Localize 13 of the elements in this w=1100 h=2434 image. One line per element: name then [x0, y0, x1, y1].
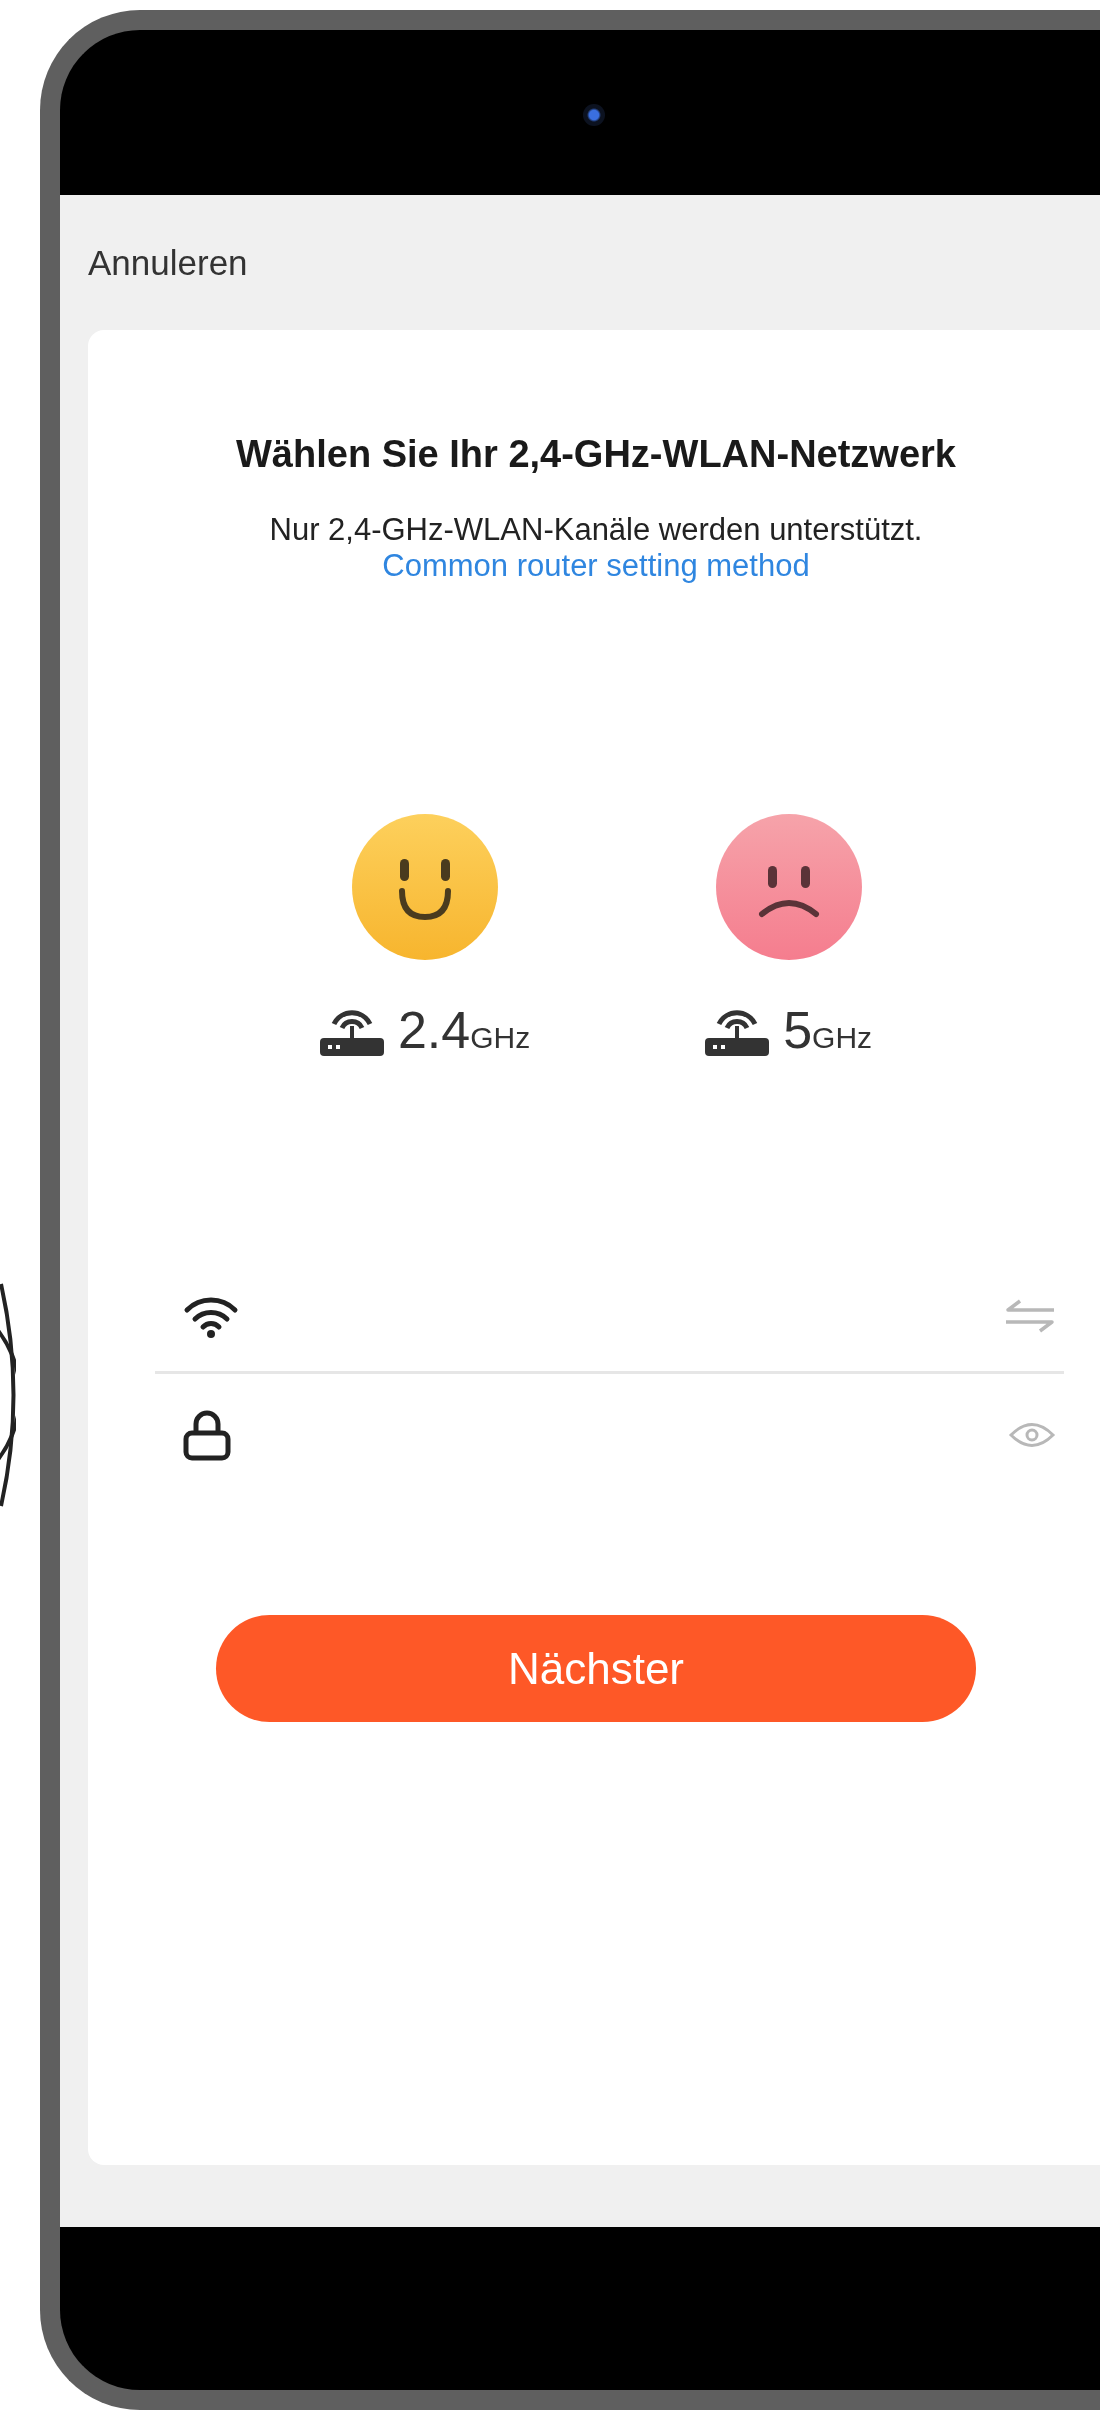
band-label: 5GHz [783, 1004, 873, 1056]
swap-icon[interactable] [1004, 1298, 1056, 1334]
cancel-link[interactable]: Annuleren [88, 242, 248, 283]
subtitle-text: Nur 2,4-GHz-WLAN-Kanäle werden unterstützt. [268, 512, 924, 548]
eye-icon[interactable] [1008, 1420, 1056, 1450]
router-setting-link[interactable]: Common router setting method [382, 548, 810, 583]
lock-icon [183, 1409, 231, 1461]
camera-icon [583, 104, 605, 126]
band-label: 2.4GHz [397, 1004, 531, 1056]
next-button[interactable]: Nächster [216, 1615, 976, 1722]
sad-face-icon [715, 814, 862, 960]
smiley-face-icon [352, 814, 499, 960]
page-title: Wählen Sie Ihr 2,4-GHz-WLAN-Netzwerk [235, 433, 957, 476]
